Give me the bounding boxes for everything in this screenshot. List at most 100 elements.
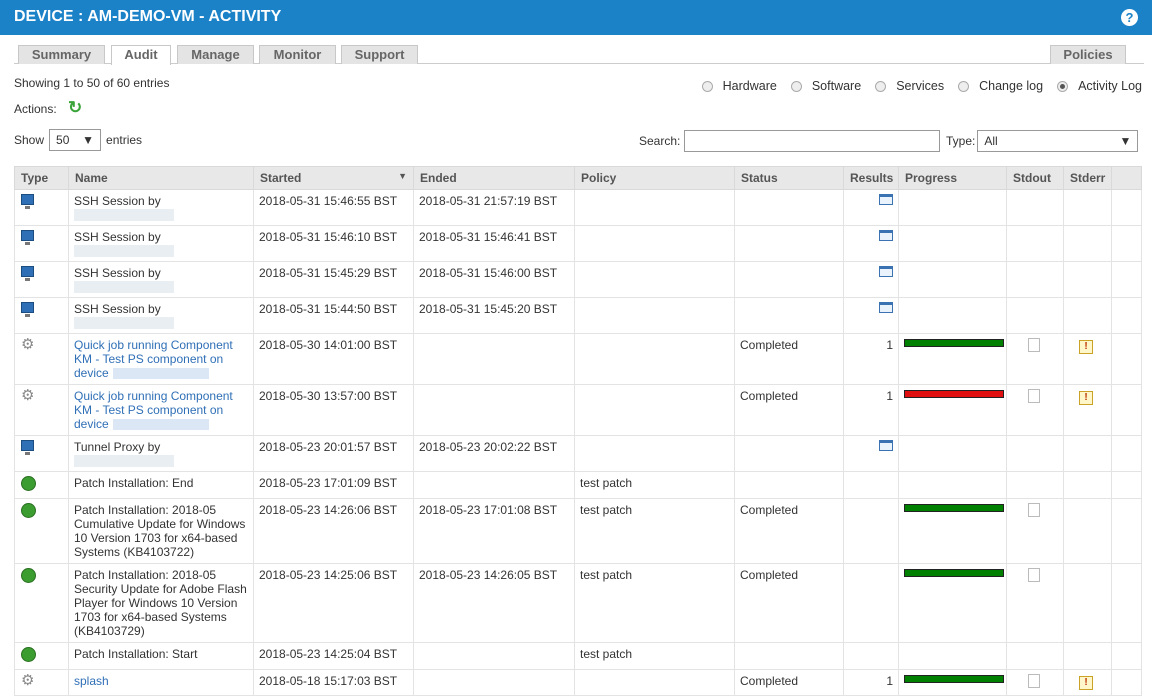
stderr-cell bbox=[1063, 563, 1112, 643]
stderr-cell bbox=[1063, 642, 1112, 670]
col-status[interactable]: Status bbox=[734, 166, 844, 190]
chevron-down-icon: ▼ bbox=[1119, 134, 1132, 148]
col-progress[interactable]: Progress bbox=[898, 166, 1007, 190]
col-ended[interactable]: Ended bbox=[413, 166, 575, 190]
status-cell bbox=[734, 189, 844, 226]
results-count: 1 bbox=[886, 674, 893, 688]
policy-cell: test patch bbox=[574, 642, 735, 670]
table-row: Patch Installation: Start 2018-05-23 14:2… bbox=[14, 642, 1142, 670]
tab-summary[interactable]: Summary bbox=[18, 45, 105, 64]
refresh-icon[interactable]: ↻ bbox=[68, 98, 82, 118]
results-list-icon[interactable] bbox=[879, 302, 893, 313]
stderr-warning-icon[interactable]: ! bbox=[1079, 676, 1093, 690]
stderr-cell bbox=[1063, 471, 1112, 499]
computer-icon bbox=[21, 266, 34, 281]
type-cell: ⚙ bbox=[14, 669, 69, 696]
progress-bar bbox=[904, 569, 1004, 577]
green-status-icon bbox=[21, 647, 36, 662]
radio-button-icon bbox=[1057, 80, 1069, 92]
table-row: SSH Session by 2018-05-31 15:44:50 BST 201… bbox=[14, 297, 1142, 334]
stdout-cell bbox=[1006, 642, 1064, 670]
stdout-cell bbox=[1006, 261, 1064, 298]
spacer-cell bbox=[1111, 225, 1142, 262]
results-cell: 1 bbox=[843, 384, 899, 436]
stdout-file-icon[interactable] bbox=[1028, 503, 1040, 517]
status-cell bbox=[734, 435, 844, 472]
col-name[interactable]: Name bbox=[68, 166, 254, 190]
col-policy[interactable]: Policy bbox=[574, 166, 735, 190]
stdout-file-icon[interactable] bbox=[1028, 568, 1040, 582]
activity-name: Patch Installation: Start bbox=[74, 647, 198, 661]
stderr-warning-icon[interactable]: ! bbox=[1079, 340, 1093, 354]
stdout-cell bbox=[1006, 471, 1064, 499]
view-radio-software[interactable]: Software bbox=[790, 79, 861, 93]
ended-cell bbox=[413, 642, 575, 670]
redacted-device-name bbox=[112, 368, 209, 380]
started-cell: 2018-05-18 15:17:03 BST bbox=[253, 669, 414, 696]
spacer-cell bbox=[1111, 189, 1142, 226]
stdout-file-icon[interactable] bbox=[1028, 338, 1040, 352]
stderr-cell bbox=[1063, 189, 1112, 226]
col-stdout[interactable]: Stdout bbox=[1006, 166, 1064, 190]
results-list-icon[interactable] bbox=[879, 266, 893, 277]
started-cell: 2018-05-31 15:45:29 BST bbox=[253, 261, 414, 298]
policy-cell bbox=[574, 261, 735, 298]
results-list-icon[interactable] bbox=[879, 194, 893, 205]
job-link[interactable]: splash bbox=[74, 674, 109, 688]
started-cell: 2018-05-23 20:01:57 BST bbox=[253, 435, 414, 472]
col-results[interactable]: Results bbox=[843, 166, 899, 190]
tab-manage[interactable]: Manage bbox=[177, 45, 254, 64]
progress-cell bbox=[898, 563, 1007, 643]
computer-icon bbox=[21, 194, 34, 209]
stdout-cell bbox=[1006, 435, 1064, 472]
progress-bar bbox=[904, 339, 1004, 347]
results-count: 1 bbox=[886, 338, 893, 352]
type-label: Type: bbox=[946, 134, 976, 148]
stdout-file-icon[interactable] bbox=[1028, 389, 1040, 403]
view-radio-change-log[interactable]: Change log bbox=[958, 79, 1043, 93]
name-cell: Quick job running Component KM - Test PS… bbox=[68, 384, 254, 436]
view-radio-activity-log[interactable]: Activity Log bbox=[1057, 79, 1142, 93]
table-row: Patch Installation: End 2018-05-23 17:01:… bbox=[14, 471, 1142, 499]
col-started[interactable]: Started ▼ bbox=[253, 166, 414, 190]
col-stderr[interactable]: Stderr bbox=[1063, 166, 1112, 190]
results-count: 1 bbox=[886, 389, 893, 403]
results-cell bbox=[843, 471, 899, 499]
progress-cell bbox=[898, 498, 1007, 564]
name-cell: SSH Session by bbox=[68, 189, 254, 226]
view-radio-services[interactable]: Services bbox=[875, 79, 944, 93]
col-type[interactable]: Type bbox=[14, 166, 69, 190]
stderr-cell: ! bbox=[1063, 669, 1112, 696]
results-list-icon[interactable] bbox=[879, 230, 893, 241]
search-input[interactable] bbox=[684, 130, 941, 152]
tab-audit[interactable]: Audit bbox=[111, 45, 171, 65]
status-cell bbox=[734, 642, 844, 670]
stdout-cell bbox=[1006, 297, 1064, 334]
col-spacer bbox=[1111, 166, 1142, 190]
type-select[interactable]: All ▼ bbox=[977, 130, 1139, 152]
spacer-cell bbox=[1111, 384, 1142, 436]
activity-name: Patch Installation: 2018-05 Cumulative U… bbox=[74, 503, 246, 559]
stderr-warning-icon[interactable]: ! bbox=[1079, 391, 1093, 405]
view-radio-hardware[interactable]: Hardware bbox=[701, 79, 777, 93]
table-row: SSH Session by 2018-05-31 15:45:29 BST 201… bbox=[14, 261, 1142, 298]
tab-monitor[interactable]: Monitor bbox=[259, 45, 336, 64]
results-cell: 1 bbox=[843, 669, 899, 696]
policy-cell bbox=[574, 384, 735, 436]
results-cell: 1 bbox=[843, 333, 899, 385]
tab-support[interactable]: Support bbox=[341, 45, 418, 64]
status-cell: Completed bbox=[734, 384, 844, 436]
ended-cell bbox=[413, 333, 575, 385]
started-cell: 2018-05-30 13:57:00 BST bbox=[253, 384, 414, 436]
type-filter: Type: All ▼ bbox=[946, 130, 1139, 152]
help-icon[interactable]: ? bbox=[1121, 9, 1138, 26]
view-radio-label: Activity Log bbox=[1078, 79, 1142, 93]
policy-cell bbox=[574, 297, 735, 334]
type-cell bbox=[14, 435, 69, 472]
started-cell: 2018-05-31 15:46:55 BST bbox=[253, 189, 414, 226]
table-row: ⚙ Quick job running Component KM - Test P… bbox=[14, 333, 1142, 385]
stdout-file-icon[interactable] bbox=[1028, 674, 1040, 688]
tab-policies[interactable]: Policies bbox=[1050, 45, 1126, 64]
page-length-select[interactable]: 50 ▼ bbox=[49, 129, 102, 151]
results-list-icon[interactable] bbox=[879, 440, 893, 451]
